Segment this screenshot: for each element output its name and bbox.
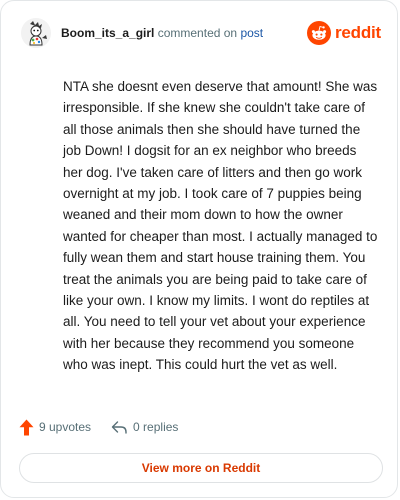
reddit-snoo-icon	[306, 21, 331, 45]
avatar-icon	[21, 18, 51, 48]
upvote-count: 9 upvotes	[39, 420, 92, 434]
upvote-button[interactable]: 9 upvotes	[19, 419, 91, 436]
comment-actions: 9 upvotes 0 replies	[19, 416, 178, 438]
reply-button[interactable]: 0 replies	[111, 420, 178, 435]
meta-action-text: commented on	[157, 26, 238, 40]
username[interactable]: Boom_its_a_girl	[61, 26, 154, 40]
comment-header: Boom_its_a_girl commented on post reddit	[21, 18, 381, 50]
reply-count: 0 replies	[133, 420, 179, 434]
avatar[interactable]	[21, 18, 51, 48]
reply-arrow-icon	[111, 420, 127, 434]
upvote-arrow-icon	[19, 419, 34, 435]
view-more-button[interactable]: View more on Reddit	[19, 453, 383, 483]
post-link[interactable]: post	[240, 26, 263, 40]
comment-card: Boom_its_a_girl commented on post reddit…	[0, 0, 398, 498]
reddit-wordmark: reddit	[334, 23, 381, 42]
reddit-logo[interactable]: reddit	[306, 20, 381, 46]
comment-meta: Boom_its_a_girl commented on post	[61, 26, 263, 40]
comment-body: NTA she doesnt even deserve that amount!…	[63, 79, 378, 373]
